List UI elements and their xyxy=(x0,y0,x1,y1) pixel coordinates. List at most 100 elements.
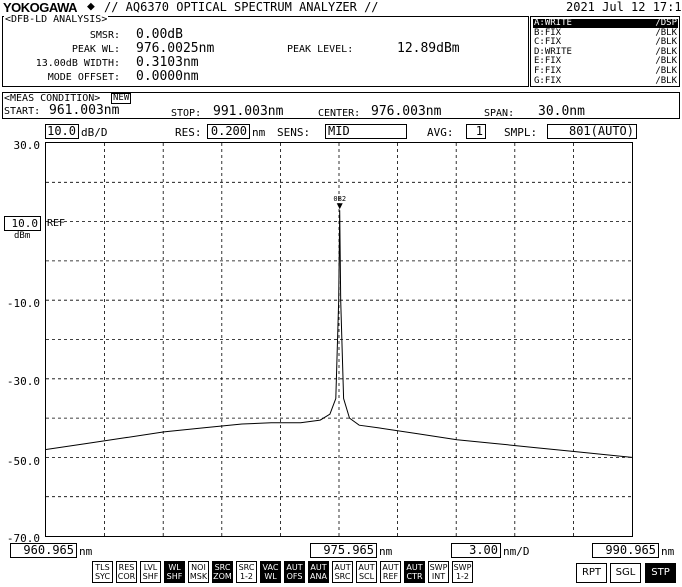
function-key-bottom: 1-2 xyxy=(455,572,470,581)
function-key-bottom: COR xyxy=(117,572,136,581)
function-key-bottom: WL xyxy=(264,572,277,581)
stop-wl-unit: nm xyxy=(661,545,675,558)
datetime-readout: 2021 Jul 12 17:19 xyxy=(566,0,682,14)
function-key-wl-shf[interactable]: WL SHF xyxy=(164,561,185,583)
center-value: 976.003nm xyxy=(371,104,442,119)
function-key-aut-ofs[interactable]: AUT OFS xyxy=(284,561,305,583)
function-key-top: SRC xyxy=(238,563,255,572)
res-label: RES: xyxy=(175,126,202,139)
sweep-rpt-button[interactable]: RPT xyxy=(576,563,607,583)
peak-wl-value: 976.0025nm xyxy=(136,41,215,56)
ref-level-input[interactable]: 10.0 xyxy=(4,216,41,231)
function-key-swp-1-2[interactable]: SWP 1-2 xyxy=(452,561,473,583)
function-key-tls-syc[interactable]: TLS SYC xyxy=(92,561,113,583)
y-label-minus50: -50.0 xyxy=(6,455,40,468)
scale-unit: dB/D xyxy=(81,126,108,139)
function-key-top: AUT xyxy=(358,563,375,572)
start-wl-unit: nm xyxy=(79,545,93,558)
y-label-minus10: -10.0 xyxy=(6,297,40,310)
function-key-top: TLS xyxy=(95,563,110,572)
function-key-bottom: MSK xyxy=(189,572,208,581)
res-unit: nm xyxy=(252,126,266,139)
function-key-bottom: SHF xyxy=(142,572,159,581)
function-key-bottom: ZOM xyxy=(213,572,232,581)
peak-wl-label: PEAK WL: xyxy=(71,44,120,55)
stop-value: 991.003nm xyxy=(213,104,284,119)
function-key-top: LVL xyxy=(143,563,158,572)
scale-input[interactable]: 10.0 xyxy=(45,124,79,139)
span-value: 30.0nm xyxy=(538,104,585,119)
function-key-top: AUT xyxy=(310,563,327,572)
trace-item[interactable]: F:FIX/BLK xyxy=(533,67,678,76)
function-key-noi-msk[interactable]: NOI MSK xyxy=(188,561,209,583)
width-value: 0.3103nm xyxy=(136,55,199,70)
function-key-bottom: SHF xyxy=(166,572,183,581)
stop-label: STOP: xyxy=(171,108,202,119)
function-key-bottom: SYC xyxy=(94,572,111,581)
trace-name: F:FIX xyxy=(534,66,562,76)
avg-label: AVG: xyxy=(427,126,454,139)
spectrum-svg: 0B2 xyxy=(46,143,632,536)
trace-name: C:FIX xyxy=(534,37,562,48)
spectrum-plot[interactable]: 0B2 xyxy=(45,142,633,537)
sweep-stp-button[interactable]: STP xyxy=(645,563,676,583)
function-key-aut-ana[interactable]: AUT ANA xyxy=(308,561,329,583)
average-input[interactable]: 1 xyxy=(466,124,486,139)
function-key-bottom: REF xyxy=(382,572,399,581)
mode-offset-label: MODE OFFSET: xyxy=(47,72,120,83)
function-key-src-zom[interactable]: SRC ZOM xyxy=(212,561,233,583)
trace-item[interactable]: G:FIX/BLK xyxy=(533,75,678,86)
function-key-bottom: INT xyxy=(431,572,446,581)
function-key-aut-scl[interactable]: AUT SCL xyxy=(356,561,377,583)
center-wl-input[interactable]: 975.965 xyxy=(310,543,377,558)
sampling-input[interactable]: 801(AUTO) xyxy=(547,124,637,139)
function-key-top: SWP xyxy=(453,563,472,572)
stop-wl-input[interactable]: 990.965 xyxy=(592,543,659,558)
function-key-vac-wl[interactable]: VAC WL xyxy=(260,561,281,583)
function-key-aut-ctr[interactable]: AUT CTR xyxy=(404,561,425,583)
trace-mode: /BLK xyxy=(655,37,677,48)
function-key-top: AUT xyxy=(382,563,399,572)
function-key-top: SRC xyxy=(214,563,231,572)
function-key-top: AUT xyxy=(286,563,303,572)
trace-item[interactable]: A:WRITE/DSP xyxy=(533,19,678,28)
peak-marker-icon xyxy=(336,203,343,210)
trace-name: A:WRITE xyxy=(534,18,572,28)
peak-marker-label: 0B2 xyxy=(333,195,346,203)
brand-logo: YOKOGAWA xyxy=(3,0,78,15)
y-label-top: 30.0 xyxy=(13,139,41,152)
trace-mode: /BLK xyxy=(655,66,677,76)
smpl-label: SMPL: xyxy=(504,126,538,139)
peak-level-value: 12.89dBm xyxy=(397,41,460,56)
function-key-top: WL xyxy=(168,563,181,572)
function-key-aut-src[interactable]: AUT SRC xyxy=(332,561,353,583)
function-key-swp-int[interactable]: SWP INT xyxy=(428,561,449,583)
function-key-aut-ref[interactable]: AUT REF xyxy=(380,561,401,583)
function-key-lvl-shf[interactable]: LVL SHF xyxy=(140,561,161,583)
diamond-icon: ◆ xyxy=(87,0,95,14)
function-key-top: SWP xyxy=(429,563,448,572)
trace-mode: /BLK xyxy=(655,75,677,86)
sensitivity-select[interactable]: MID xyxy=(325,124,407,139)
function-key-bottom: OFS xyxy=(286,572,303,581)
function-key-top: RES xyxy=(118,563,135,572)
span-div-input[interactable]: 3.00 xyxy=(451,543,501,558)
start-wl-input[interactable]: 960.965 xyxy=(10,543,77,558)
instrument-title: // AQ6370 OPTICAL SPECTRUM ANALYZER // xyxy=(104,0,379,14)
trace-name: G:FIX xyxy=(534,75,562,86)
center-wl-unit: nm xyxy=(379,545,393,558)
center-label: CENTER: xyxy=(318,108,361,119)
function-key-bottom: 1-2 xyxy=(239,572,254,581)
trace-list: A:WRITE/DSP B:FIX/BLK C:FIX/BLK D:WRITE/BLK… xyxy=(530,16,680,87)
resolution-input[interactable]: 0.200 xyxy=(207,124,250,139)
span-label: SPAN: xyxy=(484,108,515,119)
function-key-bottom: SCL xyxy=(358,572,375,581)
sweep-sgl-button[interactable]: SGL xyxy=(610,563,641,583)
start-value: 961.003nm xyxy=(49,103,120,118)
mode-offset-value: 0.0000nm xyxy=(136,69,199,84)
function-key-src-1-2[interactable]: SRC 1-2 xyxy=(236,561,257,583)
function-key-bottom: CTR xyxy=(406,572,423,581)
function-key-res-cor[interactable]: RES COR xyxy=(116,561,137,583)
function-key-top: AUT xyxy=(334,563,351,572)
trace-item[interactable]: C:FIX/BLK xyxy=(533,38,678,47)
